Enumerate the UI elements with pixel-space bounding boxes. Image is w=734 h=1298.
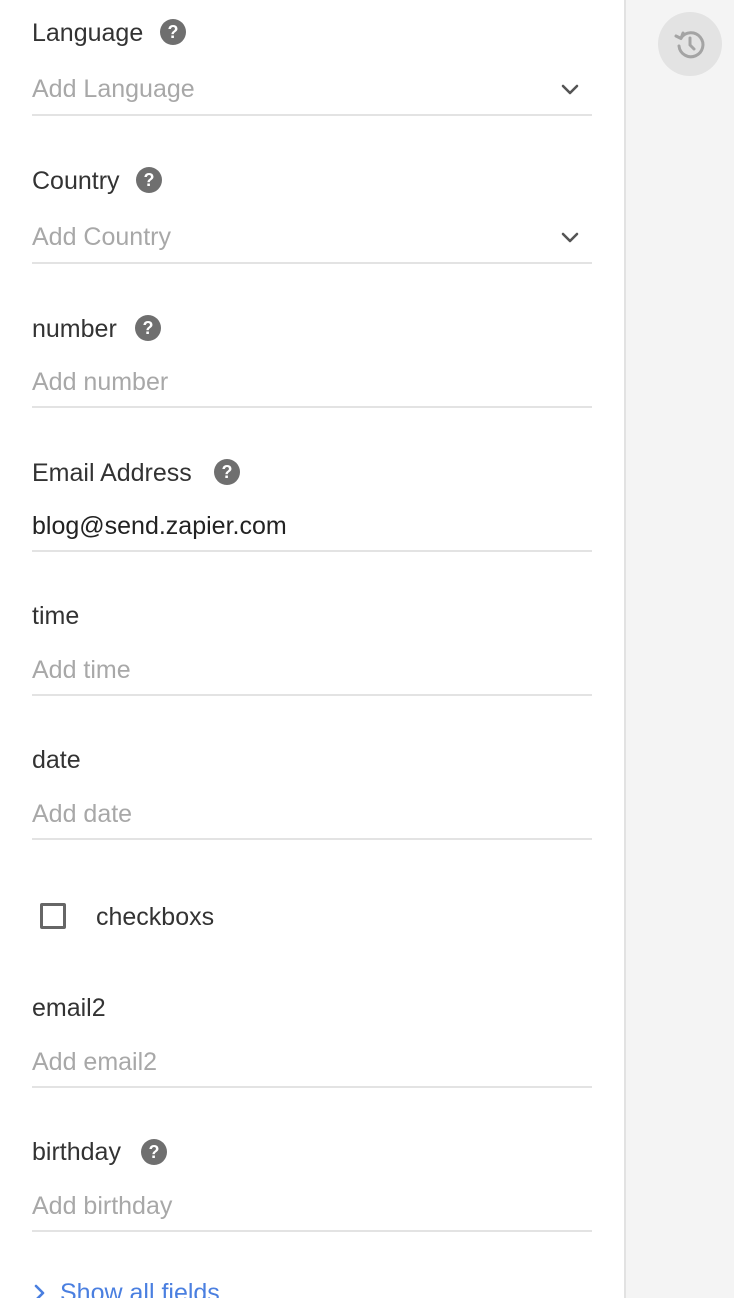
email2-underline [32,1086,592,1088]
checkboxs-field: checkboxs [32,900,592,940]
email-address-field: Email Address ? blog@send.zapier.com [32,456,592,552]
birthday-label: birthday [32,1138,121,1166]
checkboxs-label[interactable]: checkboxs [96,902,214,932]
time-underline [32,694,592,696]
country-help-icon[interactable]: ? [136,167,162,193]
email2-input[interactable]: Add email2 [32,1047,592,1077]
show-all-fields-label[interactable]: Show all fields [60,1279,220,1298]
number-underline [32,406,592,408]
date-field: date Add date [32,744,592,840]
checkboxs-checkbox[interactable] [40,903,66,929]
language-field: Language ? Add Language [32,16,592,116]
country-label: Country [32,167,120,195]
show-all-fields-link[interactable]: Show all fields [32,1278,220,1298]
number-field: number ? Add number [32,312,592,408]
chevron-right-icon [34,1284,45,1298]
email2-label: email2 [32,994,106,1022]
country-underline [32,262,592,264]
number-input[interactable]: Add number [32,367,592,397]
language-dropdown[interactable]: Add Language [32,74,592,104]
reset-button[interactable] [658,12,722,76]
side-rail [624,0,734,1298]
time-label: time [32,602,80,630]
country-dropdown[interactable]: Add Country [32,222,592,252]
email-address-label: Email Address [32,459,192,487]
chevron-down-icon[interactable] [558,78,582,102]
number-label: number [32,315,117,343]
country-field: Country ? Add Country [32,164,592,264]
time-field: time Add time [32,600,592,696]
birthday-help-icon[interactable]: ? [141,1139,167,1165]
email2-field: email2 Add email2 [32,992,592,1088]
date-label: date [32,746,81,774]
birthday-input[interactable]: Add birthday [32,1191,592,1221]
date-underline [32,838,592,840]
language-underline [32,114,592,116]
date-input[interactable]: Add date [32,799,592,829]
language-help-icon[interactable]: ? [160,19,186,45]
time-input[interactable]: Add time [32,655,592,685]
birthday-underline [32,1230,592,1232]
history-icon [674,31,705,59]
page: Language ? Add Language Country ? Add Co… [0,0,734,1298]
chevron-down-icon[interactable] [558,226,582,250]
email-address-input[interactable]: blog@send.zapier.com [32,511,592,541]
email-address-underline [32,550,592,552]
email-address-help-icon[interactable]: ? [214,459,240,485]
birthday-field: birthday ? Add birthday [32,1136,592,1232]
language-label: Language [32,19,144,47]
number-help-icon[interactable]: ? [135,315,161,341]
form-panel: Language ? Add Language Country ? Add Co… [0,0,624,1298]
